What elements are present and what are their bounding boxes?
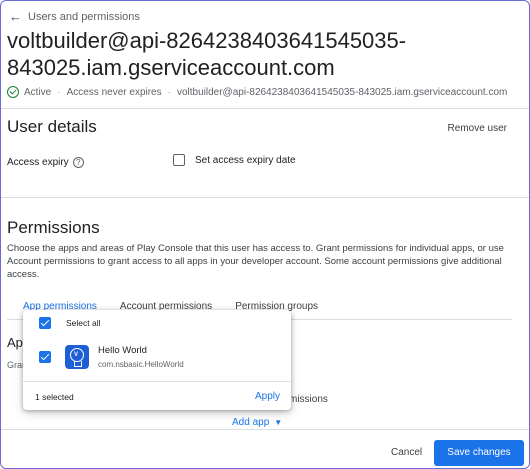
add-app-label: Add app — [232, 417, 270, 428]
status-row: Active · Access never expires · voltbuil… — [7, 86, 507, 98]
permissions-heading: Permissions — [7, 218, 100, 237]
status-active: Active — [24, 86, 52, 98]
cancel-button[interactable]: Cancel — [391, 447, 422, 458]
app-list-item[interactable]: V Hello World com.nsbasic.HelloWorld — [39, 345, 184, 369]
page-title: voltbuilder@api-8264238403641545035-8430… — [7, 28, 407, 80]
user-details-heading: User details — [7, 117, 97, 136]
app-checkbox[interactable] — [39, 351, 51, 363]
remove-user-button[interactable]: Remove user — [448, 123, 507, 134]
status-separator: · — [167, 86, 171, 98]
select-all-label: Select all — [66, 318, 101, 328]
v-mark-icon: V — [74, 352, 79, 358]
select-all-row[interactable]: Select all — [39, 317, 101, 329]
permissions-description: Choose the apps and areas of Play Consol… — [7, 243, 504, 280]
app-package: com.nsbasic.HelloWorld — [98, 360, 184, 369]
check-circle-icon — [7, 86, 19, 98]
save-changes-button[interactable]: Save changes — [434, 440, 524, 466]
select-all-checkbox[interactable] — [39, 317, 51, 329]
permissions-link-text[interactable]: missions — [289, 394, 328, 405]
status-separator: · — [57, 86, 61, 98]
footer-divider — [1, 429, 529, 430]
popup-divider — [23, 381, 291, 382]
selected-count: 1 selected — [35, 392, 74, 402]
set-expiry-label: Set access expiry date — [195, 154, 296, 166]
access-expiry-text: Access expiry — [7, 157, 69, 168]
divider — [1, 108, 529, 109]
app-name: Hello World — [98, 345, 147, 356]
breadcrumb: ← Users and permissions — [9, 9, 140, 24]
set-expiry-checkbox[interactable] — [173, 154, 185, 166]
help-circle-icon[interactable]: ? — [72, 157, 84, 168]
status-expiry: Access never expires — [66, 86, 162, 98]
app-select-popup: Select all V Hello World com.nsbasic.Hel… — [23, 310, 291, 410]
arrow-left-icon[interactable]: ← — [9, 9, 22, 24]
status-email: voltbuilder@api-8264238403641545035-8430… — [176, 86, 508, 98]
app-text: Hello World com.nsbasic.HelloWorld — [98, 345, 184, 369]
page-frame: ← Users and permissions voltbuilder@api-… — [0, 0, 530, 469]
caret-down-icon: ▼ — [274, 418, 283, 427]
add-app-button[interactable]: Add app ▼ — [232, 417, 282, 428]
breadcrumb-label[interactable]: Users and permissions — [28, 11, 140, 23]
set-expiry-checkbox-row[interactable]: Set access expiry date — [173, 154, 296, 166]
access-expiry-label: Access expiry ? — [7, 157, 84, 168]
lightbulb-app-icon: V — [65, 345, 89, 369]
divider — [1, 197, 529, 198]
apply-button[interactable]: Apply — [255, 391, 280, 402]
